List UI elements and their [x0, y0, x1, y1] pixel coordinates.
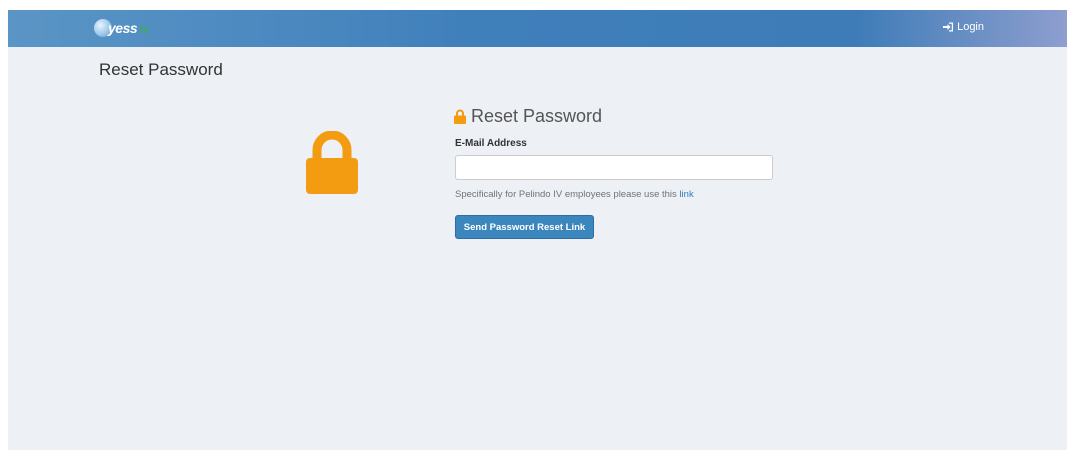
app-frame: yess IV Login Reset Password Reset Passw…	[8, 10, 1067, 450]
brand-subtext: IV	[140, 24, 149, 35]
page-title: Reset Password	[99, 60, 223, 79]
email-label: E-Mail Address	[455, 138, 527, 149]
sign-in-icon	[943, 22, 954, 32]
form-title-text: Reset Password	[471, 106, 603, 126]
employee-link[interactable]: link	[679, 189, 693, 200]
login-label: Login	[957, 21, 984, 33]
email-input[interactable]	[455, 155, 773, 180]
send-reset-link-button[interactable]: Send Password Reset Link	[455, 215, 594, 239]
help-text: Specifically for Pelindo IV employees pl…	[455, 189, 694, 200]
brand-logo[interactable]: yess IV	[94, 18, 149, 38]
navbar: yess IV Login	[8, 10, 1067, 47]
lock-icon	[306, 131, 358, 194]
lock-icon	[454, 109, 466, 124]
help-text-content: Specifically for Pelindo IV employees pl…	[455, 189, 677, 200]
brand-text: yess	[108, 20, 138, 36]
form-title: Reset Password	[454, 106, 602, 127]
login-link[interactable]: Login	[943, 21, 984, 33]
